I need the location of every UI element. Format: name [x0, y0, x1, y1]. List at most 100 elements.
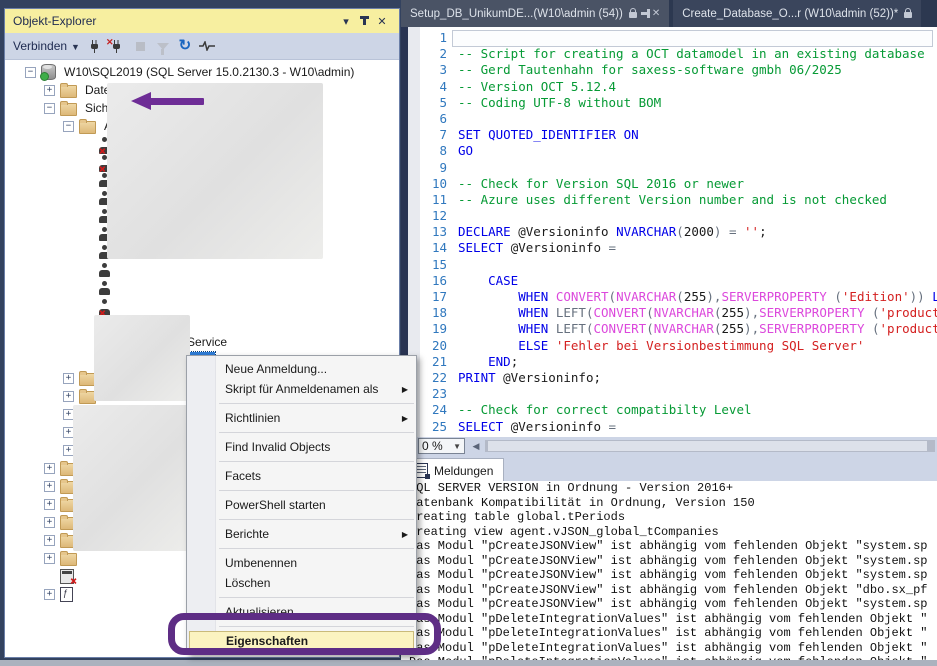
code-line[interactable]: 8 GO — [401, 143, 937, 159]
window-menu-chevron-icon[interactable]: ▾ — [337, 12, 355, 30]
menu-item-facets[interactable]: Facets — [187, 466, 416, 486]
menu-item-label: Löschen — [225, 576, 270, 590]
tree-item-w10-factoryservice[interactable]: W10\FactoryService — [5, 333, 399, 351]
close-icon[interactable]: ✕ — [373, 12, 391, 30]
expander-icon[interactable]: + — [44, 535, 55, 546]
menu-item-neue-anmeldung-[interactable]: Neue Anmeldung... — [187, 359, 416, 379]
expander-icon[interactable]: + — [63, 391, 74, 402]
code-line[interactable]: 19 WHEN LEFT(CONVERT(NVARCHAR(255),SERVE… — [401, 321, 937, 337]
pin-icon[interactable] — [355, 12, 373, 30]
expander-icon[interactable]: − — [25, 67, 36, 78]
line-number: 8 — [421, 143, 447, 159]
tab-meldungen[interactable]: Meldungen — [404, 458, 504, 482]
editor-bottom-bar: 0 % ▼ ◀ — [401, 437, 937, 456]
object-explorer-titlebar: Objekt-Explorer ▾ ✕ — [5, 9, 399, 33]
expander-icon[interactable]: + — [44, 553, 55, 564]
document-tabstrip: Setup_DB_UnikumDE...(W10\admin (54)) ✕ C… — [401, 0, 937, 27]
code-line[interactable]: 5-- Coding UTF-8 without BOM — [401, 95, 937, 111]
server-icon — [41, 64, 56, 80]
expander-icon[interactable]: − — [44, 103, 55, 114]
code-text: GO — [458, 143, 473, 159]
expander-icon[interactable]: + — [44, 589, 55, 600]
code-text: END; — [458, 354, 518, 370]
code-line[interactable]: 23 — [401, 386, 937, 402]
activity-pulse-icon[interactable] — [196, 36, 218, 56]
menu-separator — [187, 515, 416, 524]
code-line[interactable]: 1 — [401, 30, 937, 46]
expander-icon[interactable]: − — [63, 121, 74, 132]
code-text: SELECT @Versioninfo = — [458, 419, 616, 435]
sql-editor[interactable]: 12-- Script for creating a OCT datamodel… — [401, 27, 937, 437]
code-line[interactable]: 6 — [401, 111, 937, 127]
code-line[interactable]: 12 — [401, 208, 937, 224]
tree-item[interactable] — [5, 297, 399, 315]
code-line[interactable]: 2-- Script for creating a OCT datamodel … — [401, 46, 937, 62]
code-line[interactable]: 15 — [401, 257, 937, 273]
bottom-edge — [401, 660, 937, 666]
connect-plug-icon[interactable] — [86, 36, 108, 56]
code-text: SET QUOTED_IDENTIFIER ON — [458, 127, 639, 143]
expander-icon[interactable]: + — [44, 463, 55, 474]
code-text: -- Check for correct compatibilty Level — [458, 402, 752, 418]
code-line[interactable]: 4-- Version OCT 5.12.4 — [401, 79, 937, 95]
menu-item-label: Skript für Anmeldenamen als — [225, 382, 378, 396]
code-line[interactable]: 11-- Azure uses different Version number… — [401, 192, 937, 208]
code-line[interactable]: 10-- Check for Version SQL 2016 or newer — [401, 176, 937, 192]
code-line[interactable]: 24-- Check for correct compatibilty Leve… — [401, 402, 937, 418]
code-line[interactable]: 14SELECT @Versioninfo = — [401, 240, 937, 256]
menu-item-find-invalid-objects[interactable]: Find Invalid Objects — [187, 437, 416, 457]
hscrollbar[interactable] — [485, 440, 935, 452]
disconnect-plug-icon[interactable]: ✕ — [108, 36, 130, 56]
code-line[interactable]: 18 WHEN LEFT(CONVERT(NVARCHAR(255),SERVE… — [401, 305, 937, 321]
message-line: Das Modul "pDeleteIntegrationValues" ist… — [401, 641, 937, 656]
code-line[interactable]: 7SET QUOTED_IDENTIFIER ON — [401, 127, 937, 143]
menu-item-powershell-starten[interactable]: PowerShell starten — [187, 495, 416, 515]
code-text: SELECT @Versioninfo = — [458, 240, 616, 256]
menu-item-berichte[interactable]: Berichte▶ — [187, 524, 416, 544]
expander-icon[interactable]: + — [44, 517, 55, 528]
code-line[interactable]: 25SELECT @Versioninfo = — [401, 419, 937, 435]
code-line[interactable]: 21 END; — [401, 354, 937, 370]
menu-separator — [187, 399, 416, 408]
tree-item-w10-admin[interactable]: W10\admin — [5, 315, 399, 333]
code-line[interactable]: 13DECLARE @Versioninfo NVARCHAR(2000) = … — [401, 224, 937, 240]
submenu-arrow-icon: ▶ — [402, 385, 408, 394]
tree-item[interactable] — [5, 261, 399, 279]
messages-output[interactable]: SQL SERVER VERSION in Ordnung - Version … — [401, 481, 937, 660]
tree-item-w10-sql2019-sql-server-15-0-2130-3-w10-admin-[interactable]: −W10\SQL2019 (SQL Server 15.0.2130.3 - W… — [5, 63, 399, 81]
message-line: Das Modul "pCreateJSONView" ist abhängig… — [401, 583, 937, 598]
tree-item[interactable] — [5, 279, 399, 297]
editor-zoom-select[interactable]: 0 % ▼ — [418, 438, 465, 454]
menu-item-richtlinien[interactable]: Richtlinien▶ — [187, 408, 416, 428]
hscroll-left-arrow-icon[interactable]: ◀ — [469, 439, 483, 453]
code-line[interactable]: 16 CASE — [401, 273, 937, 289]
connect-button[interactable]: Verbinden — [13, 39, 67, 53]
tab-create-database[interactable]: Create_Database_O...r (W10\admin (52))* — [673, 0, 921, 27]
message-line: Datenbank Kompatibilität in Ordnung, Ver… — [401, 496, 937, 511]
pin-icon[interactable] — [641, 12, 648, 15]
connect-chevron-icon[interactable]: ▼ — [71, 42, 80, 52]
expander-icon[interactable]: + — [44, 85, 55, 96]
code-line[interactable]: 22PRINT @Versioninfo; — [401, 370, 937, 386]
menu-separator — [187, 486, 416, 495]
code-line[interactable]: 17 WHEN CONVERT(NVARCHAR(255),SERVERPROP… — [401, 289, 937, 305]
close-icon[interactable]: ✕ — [652, 8, 660, 19]
bottom-edge-left — [0, 660, 401, 666]
object-explorer-title: Objekt-Explorer — [13, 14, 96, 28]
code-line[interactable]: 9 — [401, 160, 937, 176]
code-area[interactable]: 12-- Script for creating a OCT datamodel… — [401, 30, 937, 435]
code-text: PRINT @Versioninfo; — [458, 370, 601, 386]
menu-item-skript-f-r-anmeldenamen-als[interactable]: Skript für Anmeldenamen als ▶ — [187, 379, 416, 399]
expander-icon[interactable]: + — [44, 499, 55, 510]
menu-item-l-schen[interactable]: Löschen — [187, 573, 416, 593]
tab-setup-db[interactable]: Setup_DB_UnikumDE...(W10\admin (54)) ✕ — [401, 0, 669, 27]
code-line[interactable]: 20 ELSE 'Fehler bei Versionbestimmung SQ… — [401, 338, 937, 354]
code-line[interactable]: 3-- Gerd Tautenhahn for saxess-software … — [401, 62, 937, 78]
expander-icon[interactable]: + — [44, 481, 55, 492]
tab-meldungen-label: Meldungen — [434, 464, 493, 478]
code-text: CASE — [458, 273, 518, 289]
refresh-icon[interactable]: ↻ — [174, 36, 196, 56]
expander-icon[interactable]: + — [63, 373, 74, 384]
menu-item-umbenennen[interactable]: Umbenennen — [187, 553, 416, 573]
hscroll-thumb[interactable] — [488, 441, 927, 451]
